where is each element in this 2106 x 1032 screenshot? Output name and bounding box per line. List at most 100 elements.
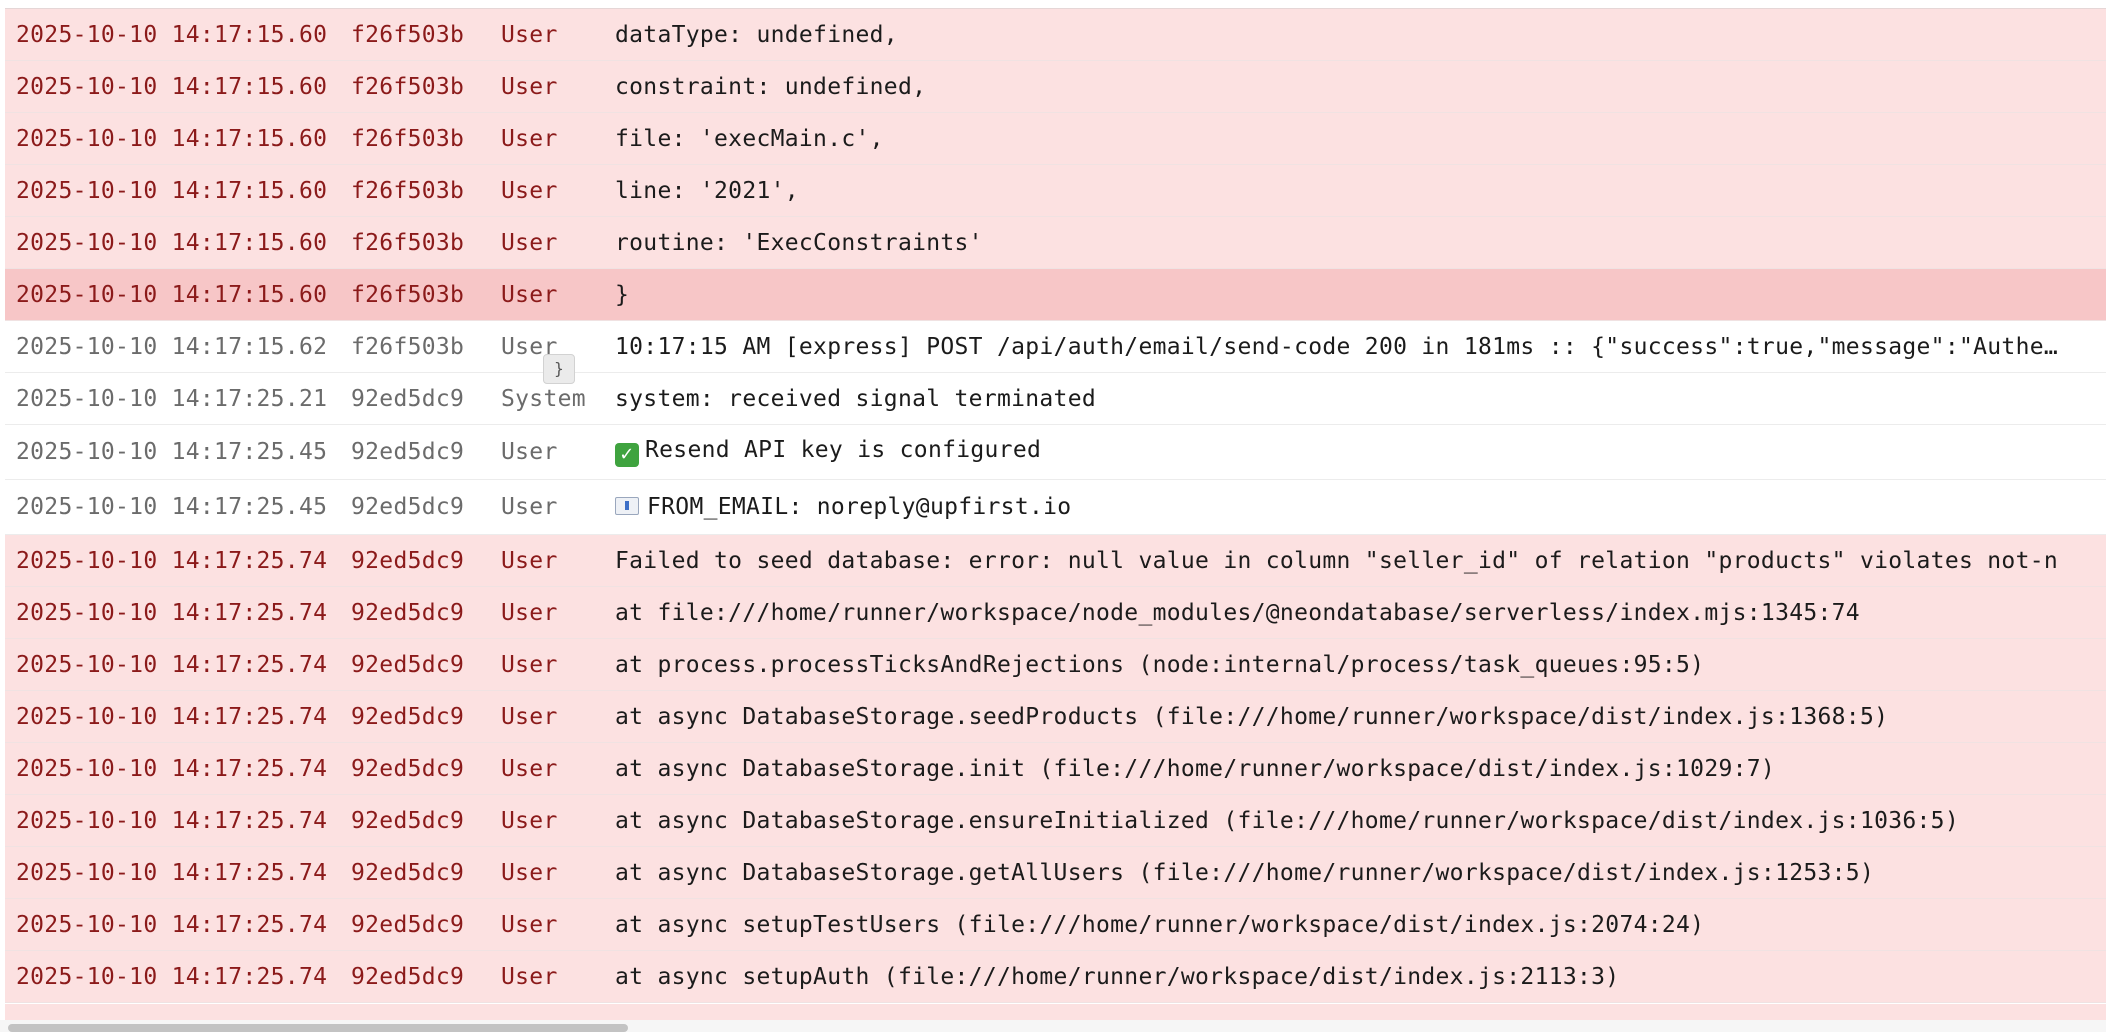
log-deployment-id: 92ed5dc9 — [351, 439, 465, 465]
log-message: at async setupTestUsers (file:///home/ru… — [615, 911, 1705, 938]
log-deployment-id: 92ed5dc9 — [351, 859, 465, 886]
log-row[interactable]: 2025-10-10 14:17:25.45 92ed5dc9 User FRO… — [5, 480, 2106, 535]
log-message: file: 'execMain.c', — [615, 125, 884, 152]
log-source: User — [501, 125, 558, 152]
log-row[interactable]: 2025-10-10 14:17:25.45 92ed5dc9 User ✓ Re… — [5, 425, 2106, 480]
log-source: User — [501, 599, 558, 626]
log-timestamp: 2025-10-10 14:17:25.74 — [16, 651, 328, 678]
log-source: User — [501, 911, 558, 938]
log-message: at async DatabaseStorage.seedProducts (f… — [615, 703, 1889, 730]
log-message: Failed to seed database: error: null val… — [615, 547, 2059, 574]
log-timestamp: 2025-10-10 14:17:25.74 — [16, 703, 328, 730]
log-source: User — [501, 703, 558, 730]
log-timestamp: 2025-10-10 14:17:25.74 — [16, 859, 328, 886]
log-message-text: Resend API key is configured — [645, 437, 1042, 463]
log-message: line: '2021', — [615, 177, 799, 204]
log-message: at async DatabaseStorage.getAllUsers (fi… — [615, 859, 1875, 886]
log-deployment-id: f26f503b — [351, 177, 465, 204]
log-deployment-id: 92ed5dc9 — [351, 911, 465, 938]
log-source: User — [501, 21, 558, 48]
log-row[interactable]: 2025-10-10 14:17:25.74 92ed5dc9 User Fai… — [5, 535, 2106, 587]
log-source: User — [501, 439, 558, 465]
log-row[interactable]: 2025-10-10 14:17:25.74 92ed5dc9 User at … — [5, 743, 2106, 795]
log-row[interactable]: 2025-10-10 14:17:15.60 f26f503b User rou… — [5, 217, 2106, 269]
log-timestamp: 2025-10-10 14:17:15.62 — [16, 333, 328, 360]
log-source: User — [501, 755, 558, 782]
log-deployment-id: 92ed5dc9 — [351, 807, 465, 834]
log-row-selected[interactable]: 2025-10-10 14:17:15.60 f26f503b User } — [5, 269, 2106, 321]
log-deployment-id: 92ed5dc9 — [351, 963, 465, 990]
log-table: 2025-10-10 14:17:15.60 f26f503b User dat… — [5, 8, 2106, 1003]
log-source: User — [501, 963, 558, 990]
log-message: at async setupAuth (file:///home/runner/… — [615, 963, 1620, 990]
log-row[interactable]: 2025-10-10 14:17:15.62 f26f503b User 10:… — [5, 321, 2106, 373]
log-timestamp: 2025-10-10 14:17:15.60 — [16, 21, 328, 48]
log-row[interactable]: 2025-10-10 14:17:25.74 92ed5dc9 User at … — [5, 795, 2106, 847]
log-timestamp: 2025-10-10 14:17:25.45 — [16, 439, 328, 465]
log-deployment-id: 92ed5dc9 — [351, 547, 465, 574]
log-timestamp: 2025-10-10 14:17:15.60 — [16, 177, 328, 204]
log-row[interactable]: 2025-10-10 14:17:15.60 f26f503b User dat… — [5, 9, 2106, 61]
log-timestamp: 2025-10-10 14:17:15.60 — [16, 229, 328, 256]
log-source: System — [501, 385, 586, 412]
log-row[interactable]: 2025-10-10 14:17:15.60 f26f503b User con… — [5, 61, 2106, 113]
log-deployment-id: 92ed5dc9 — [351, 599, 465, 626]
log-message: at async DatabaseStorage.ensureInitializ… — [615, 807, 1959, 834]
log-message: system: received signal terminated — [615, 385, 1097, 412]
log-timestamp: 2025-10-10 14:17:25.74 — [16, 911, 328, 938]
log-timestamp: 2025-10-10 14:17:25.45 — [16, 494, 328, 520]
log-source: User — [501, 281, 558, 308]
log-message: FROM_EMAIL: noreply@upfirst.io — [615, 494, 2106, 520]
log-deployment-id: 92ed5dc9 — [351, 651, 465, 678]
log-timestamp: 2025-10-10 14:17:25.74 — [16, 599, 328, 626]
log-row[interactable]: 2025-10-10 14:17:15.60 f26f503b User fil… — [5, 113, 2106, 165]
log-row[interactable]: 2025-10-10 14:17:25.74 92ed5dc9 User at … — [5, 951, 2106, 1003]
log-row[interactable]: 2025-10-10 14:17:25.74 92ed5dc9 User at … — [5, 847, 2106, 899]
log-timestamp: 2025-10-10 14:17:25.74 — [16, 755, 328, 782]
log-timestamp: 2025-10-10 14:17:25.74 — [16, 807, 328, 834]
log-deployment-id: 92ed5dc9 — [351, 494, 465, 520]
log-row-partial — [5, 1004, 2106, 1020]
mail-icon — [615, 497, 639, 515]
log-source: User — [501, 229, 558, 256]
log-message: constraint: undefined, — [615, 73, 927, 100]
log-timestamp: 2025-10-10 14:17:15.60 — [16, 73, 328, 100]
log-timestamp: 2025-10-10 14:17:25.74 — [16, 963, 328, 990]
log-row[interactable]: 2025-10-10 14:17:25.74 92ed5dc9 User at … — [5, 691, 2106, 743]
log-row[interactable]: 2025-10-10 14:17:25.74 92ed5dc9 User at … — [5, 899, 2106, 951]
log-timestamp: 2025-10-10 14:17:25.21 — [16, 385, 328, 412]
log-source: User — [501, 651, 558, 678]
horizontal-scrollbar-thumb[interactable] — [8, 1024, 628, 1032]
log-message: at process.processTicksAndRejections (no… — [615, 651, 1705, 678]
log-message: dataType: undefined, — [615, 21, 898, 48]
log-message: at file:///home/runner/workspace/node_mo… — [615, 599, 1860, 626]
log-deployment-id: 92ed5dc9 — [351, 703, 465, 730]
log-message: ✓ Resend API key is configured — [615, 437, 2106, 467]
log-deployment-id: f26f503b — [351, 281, 465, 308]
log-deployment-id: f26f503b — [351, 229, 465, 256]
log-source: User — [501, 807, 558, 834]
log-message-text: FROM_EMAIL: noreply@upfirst.io — [647, 494, 1072, 520]
check-icon: ✓ — [615, 443, 639, 467]
log-source: User — [501, 547, 558, 574]
log-deployment-id: f26f503b — [351, 333, 465, 360]
log-deployment-id: 92ed5dc9 — [351, 385, 465, 412]
log-row[interactable]: 2025-10-10 14:17:25.21 92ed5dc9 System s… — [5, 373, 2106, 425]
log-source: User — [501, 73, 558, 100]
log-source: User — [501, 859, 558, 886]
log-row[interactable]: 2025-10-10 14:17:25.74 92ed5dc9 User at … — [5, 639, 2106, 691]
log-timestamp: 2025-10-10 14:17:25.74 — [16, 547, 328, 574]
log-source: User — [501, 494, 558, 520]
log-row[interactable]: 2025-10-10 14:17:15.60 f26f503b User lin… — [5, 165, 2106, 217]
log-message: routine: 'ExecConstraints' — [615, 229, 983, 256]
log-timestamp: 2025-10-10 14:17:15.60 — [16, 281, 328, 308]
log-message: at async DatabaseStorage.init (file:///h… — [615, 755, 1776, 782]
log-message: 10:17:15 AM [express] POST /api/auth/ema… — [615, 333, 2059, 360]
log-message: } — [615, 281, 630, 308]
log-row[interactable]: 2025-10-10 14:17:25.74 92ed5dc9 User at … — [5, 587, 2106, 639]
log-deployment-id: 92ed5dc9 — [351, 755, 465, 782]
hover-tooltip: } — [543, 354, 575, 384]
log-deployment-id: f26f503b — [351, 21, 465, 48]
log-deployment-id: f26f503b — [351, 73, 465, 100]
log-timestamp: 2025-10-10 14:17:15.60 — [16, 125, 328, 152]
